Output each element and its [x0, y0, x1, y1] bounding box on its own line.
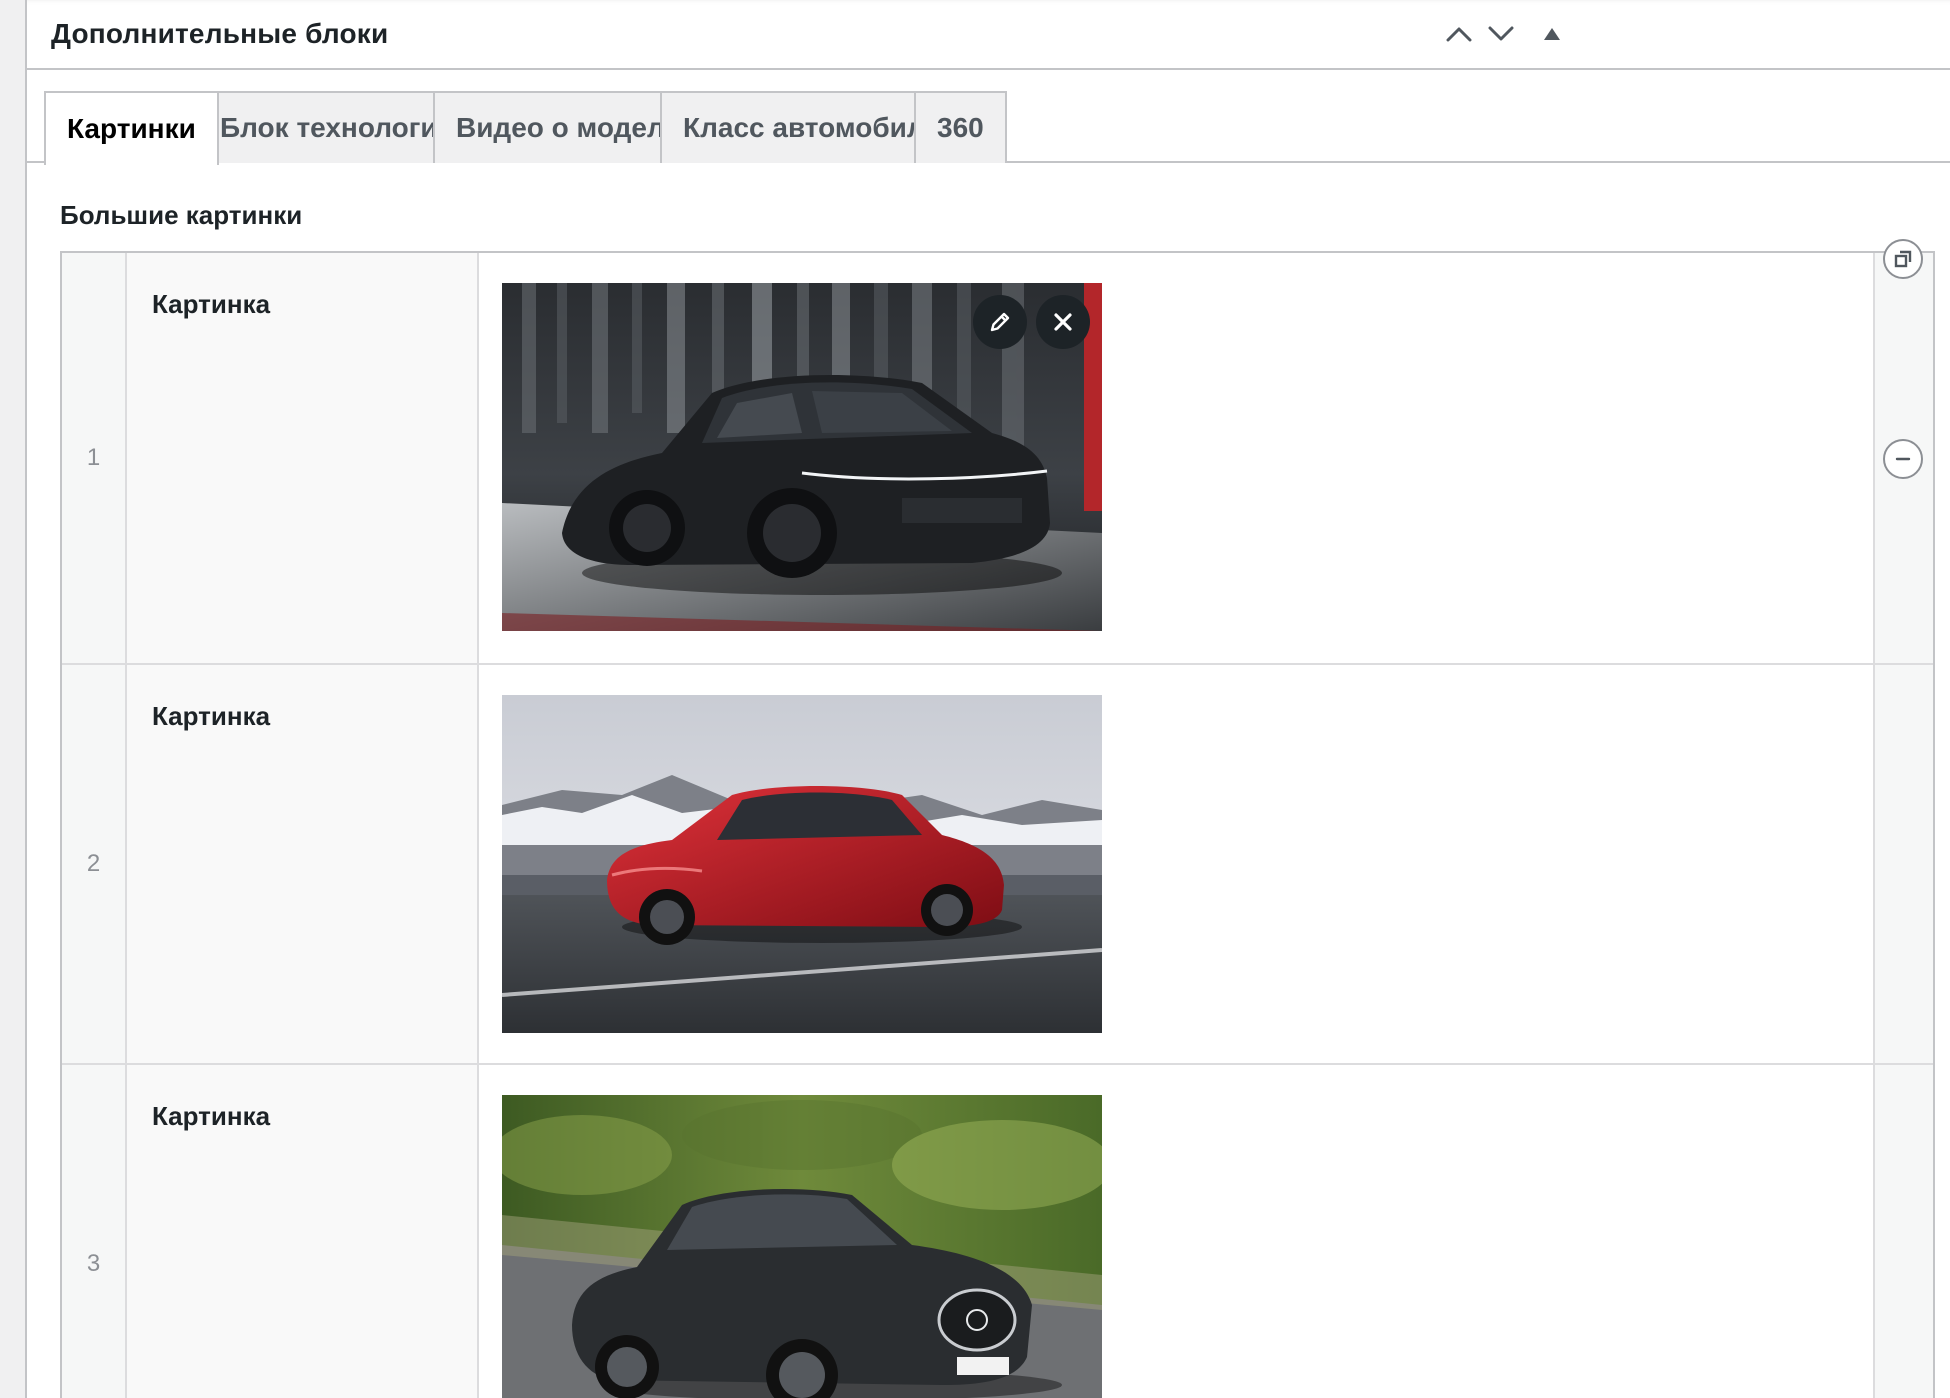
- row-actions-cell: [1873, 239, 1933, 663]
- row-actions-cell: [1873, 665, 1933, 1063]
- row-field-label: Картинка: [152, 1101, 271, 1131]
- close-icon: [1054, 313, 1072, 331]
- row-field-label: Картинка: [152, 289, 271, 319]
- car-photo-red-sedan: [502, 695, 1102, 1033]
- toggle-panel-button[interactable]: [1530, 14, 1574, 54]
- car-image-1[interactable]: [502, 283, 1102, 631]
- duplicate-icon: [1894, 250, 1912, 268]
- row-number: 3: [86, 1250, 101, 1277]
- postbox-header: Дополнительные блоки: [27, 0, 1950, 70]
- car-image-2[interactable]: [502, 695, 1102, 1033]
- row-number: 2: [86, 850, 101, 877]
- row-value-cell: [479, 253, 1873, 663]
- triangle-up-icon: [1544, 28, 1560, 40]
- row-label-cell: Картинка: [127, 665, 479, 1063]
- repeater-row: 2 Картинка: [62, 665, 1933, 1065]
- admin-left-rail: [0, 0, 27, 1398]
- move-up-button[interactable]: [1437, 14, 1481, 54]
- repeater-row: 1 Картинка: [62, 239, 1933, 665]
- edit-image-button[interactable]: [973, 295, 1027, 349]
- row-order-handle[interactable]: 1: [62, 253, 127, 663]
- collapse-row-button[interactable]: [1883, 239, 1923, 279]
- image-actions: [973, 295, 1090, 349]
- row-order-handle[interactable]: 2: [62, 665, 127, 1063]
- field-label-large-images: Большие картинки: [60, 200, 303, 230]
- row-value-cell: [479, 665, 1873, 1063]
- remove-row-button[interactable]: [1883, 439, 1923, 479]
- row-value-cell: [479, 1065, 1873, 1398]
- car-photo-dark-mercedes: [502, 1095, 1102, 1398]
- postbox-title: Дополнительные блоки: [51, 18, 389, 49]
- chevron-up-icon: [1446, 27, 1472, 42]
- row-number: 1: [86, 444, 101, 471]
- remove-image-button[interactable]: [1036, 295, 1090, 349]
- tab-360[interactable]: 360: [914, 91, 1007, 163]
- pencil-icon: [990, 312, 1010, 332]
- tab-images[interactable]: Картинки: [44, 91, 219, 165]
- row-order-handle[interactable]: 3: [62, 1065, 127, 1398]
- repeater-row: 3 Картинка: [62, 1065, 1933, 1398]
- row-label-cell: Картинка: [127, 253, 479, 663]
- tab-bar: Картинки Блок технологии Видео о модели …: [27, 70, 1950, 165]
- row-label-cell: Картинка: [127, 1065, 479, 1398]
- minus-circle-icon: [1895, 457, 1911, 461]
- row-field-label: Картинка: [152, 701, 271, 731]
- images-repeater: 1 Картинка 2 Картинка 3 Картинка: [60, 239, 1935, 1398]
- chevron-down-icon: [1488, 26, 1514, 41]
- move-down-button[interactable]: [1479, 14, 1523, 54]
- row-actions-cell: [1873, 1065, 1933, 1398]
- postbox-additional-blocks: Дополнительные блоки Картинки Блок техно…: [27, 0, 1950, 1398]
- car-image-3[interactable]: [502, 1095, 1102, 1398]
